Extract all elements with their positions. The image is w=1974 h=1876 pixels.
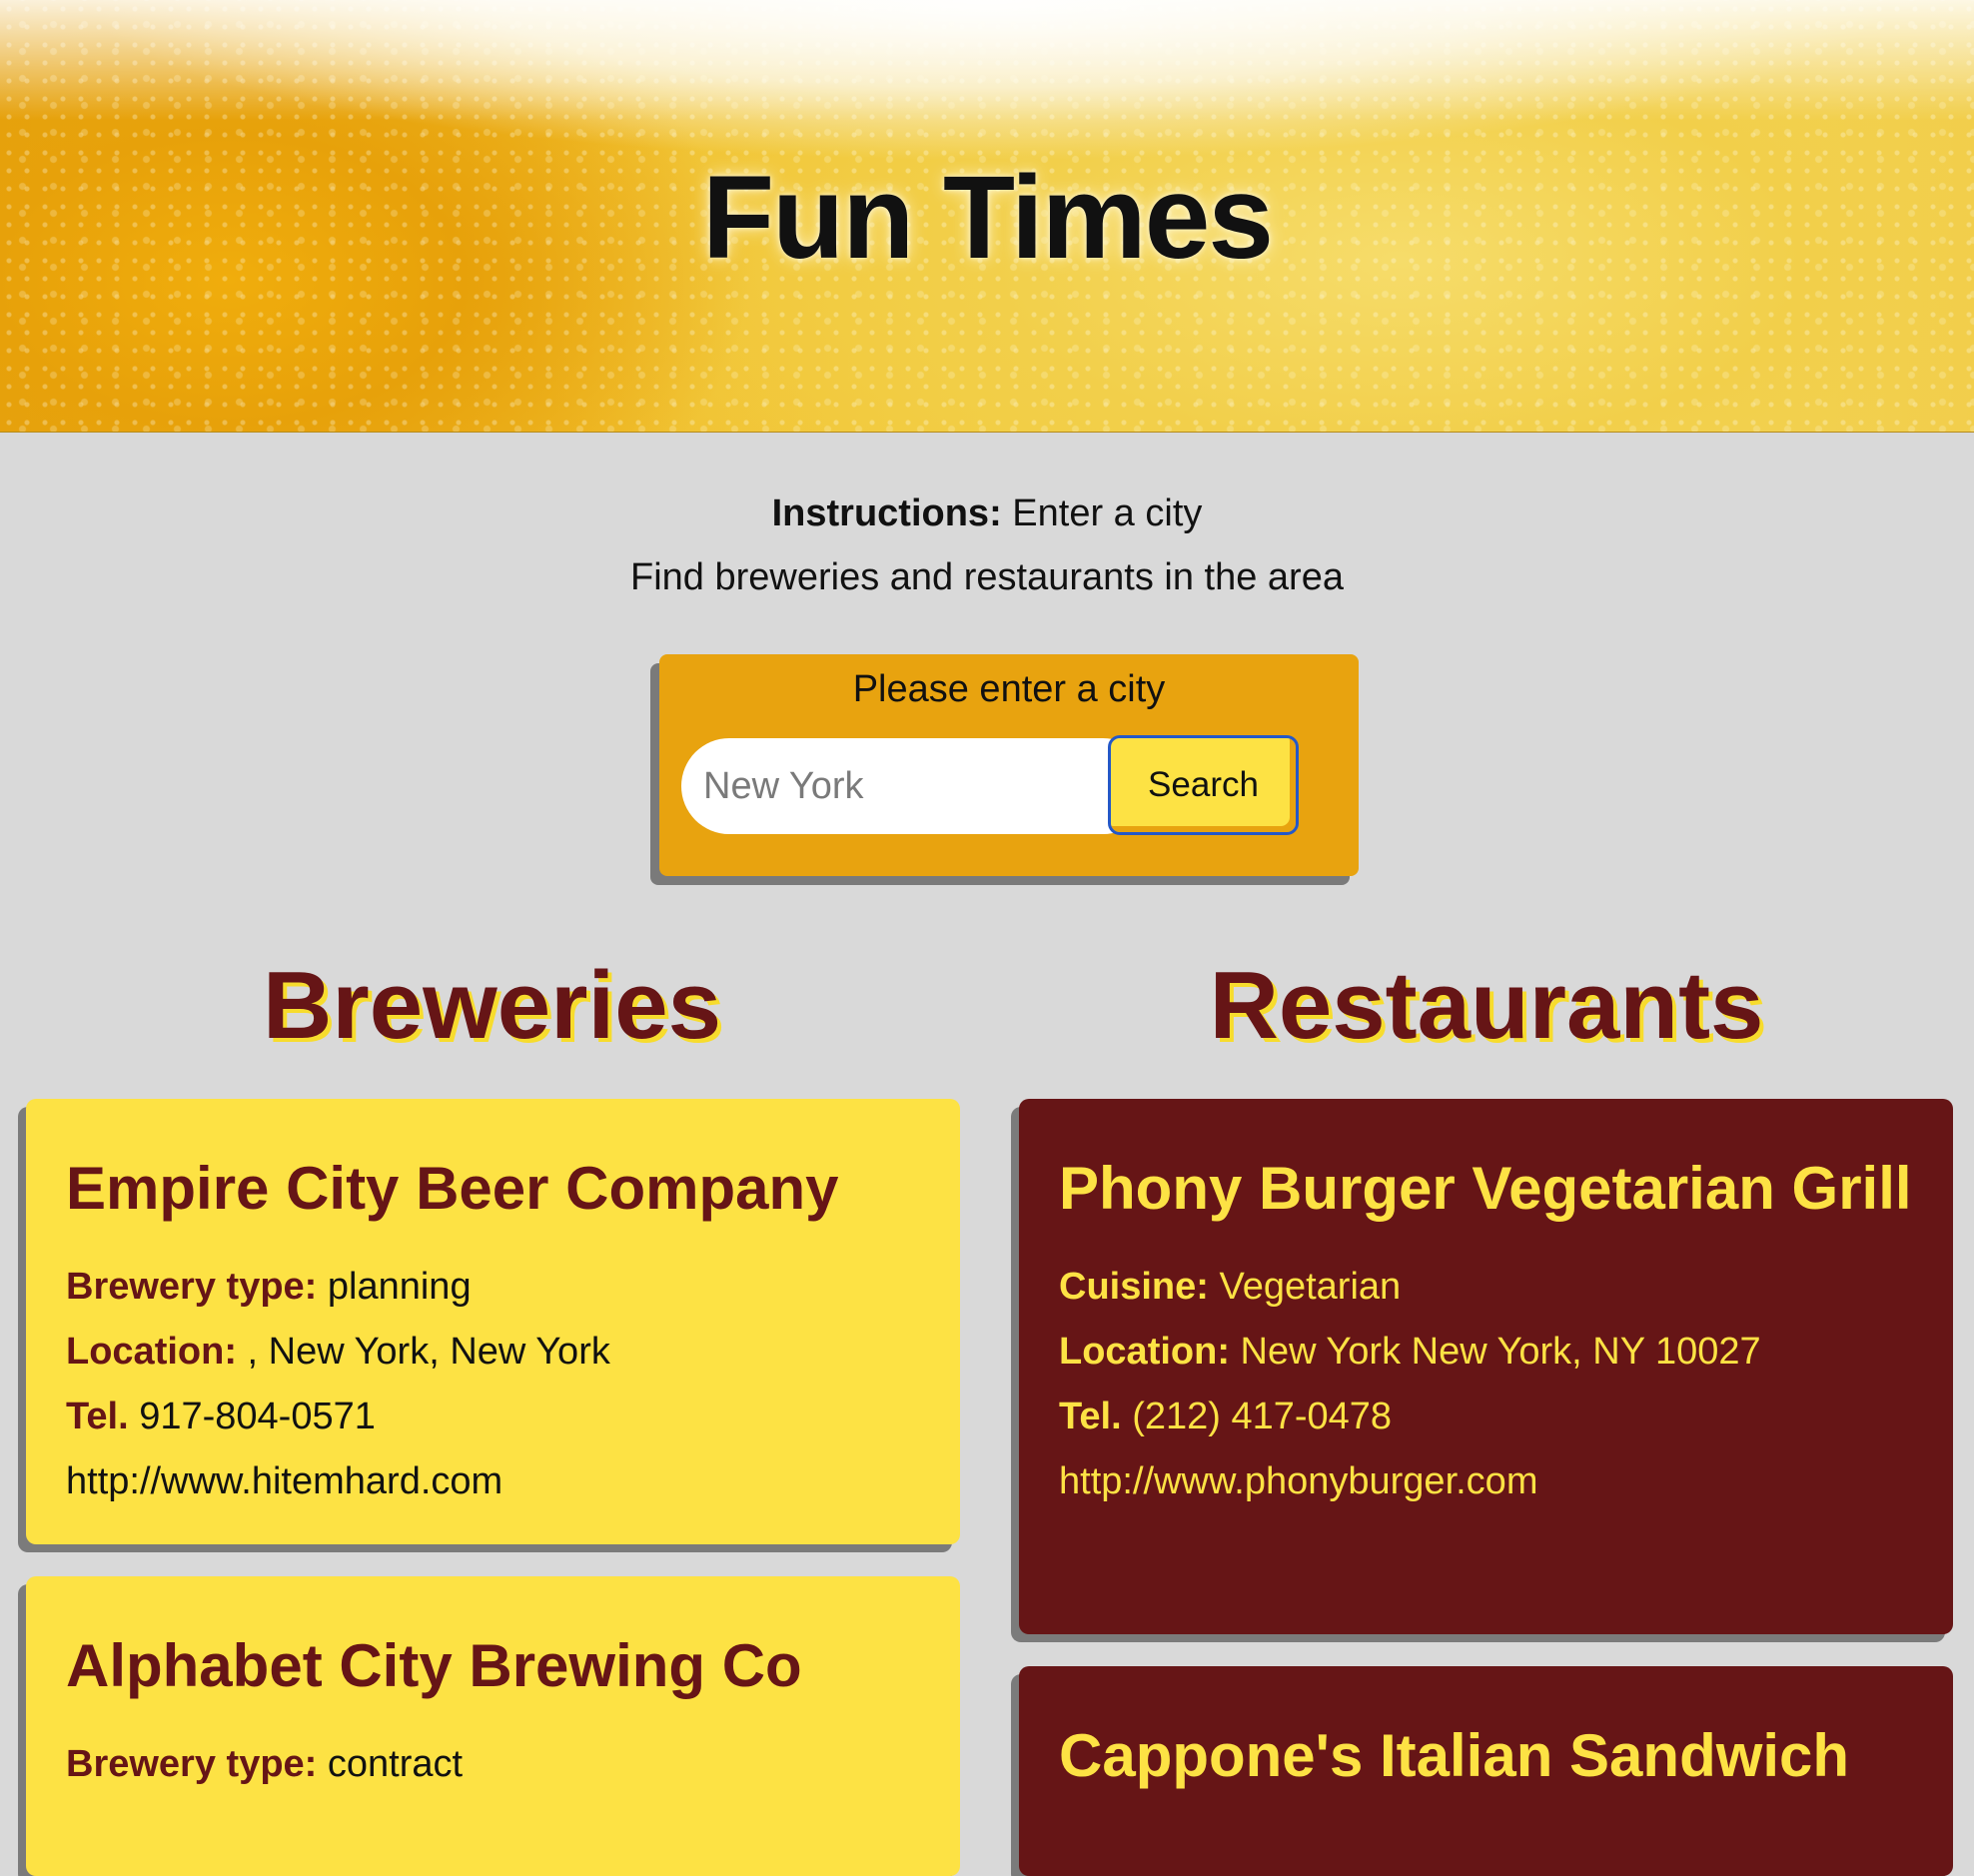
restaurant-tel-value: (212) 417-0478: [1132, 1396, 1393, 1437]
restaurant-location: Location: New York New York, NY 10027: [1059, 1320, 1913, 1385]
restaurant-website-link[interactable]: http://www.phonyburger.com: [1059, 1460, 1537, 1502]
city-search-input[interactable]: [681, 738, 1151, 834]
brewery-location: Location: , New York, New York: [66, 1320, 920, 1385]
hero-banner: Fun Times: [0, 0, 1974, 433]
brewery-tel-label: Tel.: [66, 1396, 129, 1437]
search-button[interactable]: Search: [1108, 735, 1299, 835]
brewery-type-value: contract: [327, 1743, 464, 1785]
brewery-type-label: Brewery type:: [66, 1266, 318, 1308]
brewery-card: Alphabet City Brewing Co Brewery type: c…: [26, 1576, 960, 1876]
brewery-type-value: planning: [327, 1266, 472, 1308]
restaurant-cuisine-value: Vegetarian: [1219, 1266, 1402, 1308]
brewery-type-label: Brewery type:: [66, 1743, 318, 1785]
restaurant-name: Phony Burger Vegetarian Grill: [1059, 1155, 1912, 1222]
brewery-name: Empire City Beer Company: [66, 1155, 839, 1222]
brewery-type: Brewery type: planning: [66, 1255, 920, 1320]
breweries-heading: Breweries: [263, 952, 721, 1059]
instructions-line: Instructions: Enter a city: [0, 481, 1974, 545]
instructions: Instructions: Enter a city Find brewerie…: [0, 481, 1974, 609]
page-title: Fun Times: [702, 152, 1274, 284]
instructions-subtext: Find breweries and restaurants in the ar…: [630, 556, 1344, 598]
brewery-tel: Tel. 917-804-0571: [66, 1385, 920, 1449]
brewery-card: Empire City Beer Company Brewery type: p…: [26, 1099, 960, 1544]
brewery-location-value: , New York, New York: [247, 1331, 610, 1373]
restaurant-name: Cappone's Italian Sandwich: [1059, 1722, 1850, 1789]
restaurant-card: Cappone's Italian Sandwich: [1019, 1666, 1953, 1876]
search-panel: Please enter a city Search: [659, 654, 1359, 876]
restaurant-cuisine: Cuisine: Vegetarian: [1059, 1255, 1913, 1320]
restaurant-location-value: New York New York, NY 10027: [1240, 1331, 1761, 1373]
restaurant-cuisine-label: Cuisine:: [1059, 1266, 1209, 1308]
brewery-website-link[interactable]: http://www.hitemhard.com: [66, 1460, 502, 1502]
search-prompt: Please enter a city: [852, 668, 1166, 710]
restaurant-card: Phony Burger Vegetarian Grill Cuisine: V…: [1019, 1099, 1953, 1634]
restaurant-tel-label: Tel.: [1059, 1396, 1122, 1437]
instructions-text: Enter a city: [1012, 492, 1203, 534]
instructions-label: Instructions:: [771, 492, 1002, 534]
brewery-name: Alphabet City Brewing Co: [66, 1632, 802, 1699]
brewery-tel-value: 917-804-0571: [139, 1396, 376, 1437]
restaurant-tel: Tel. (212) 417-0478: [1059, 1385, 1913, 1449]
restaurant-location-label: Location:: [1059, 1331, 1230, 1373]
restaurants-heading: Restaurants: [1209, 952, 1764, 1059]
brewery-type: Brewery type: contract: [66, 1732, 920, 1797]
brewery-location-label: Location:: [66, 1331, 237, 1373]
